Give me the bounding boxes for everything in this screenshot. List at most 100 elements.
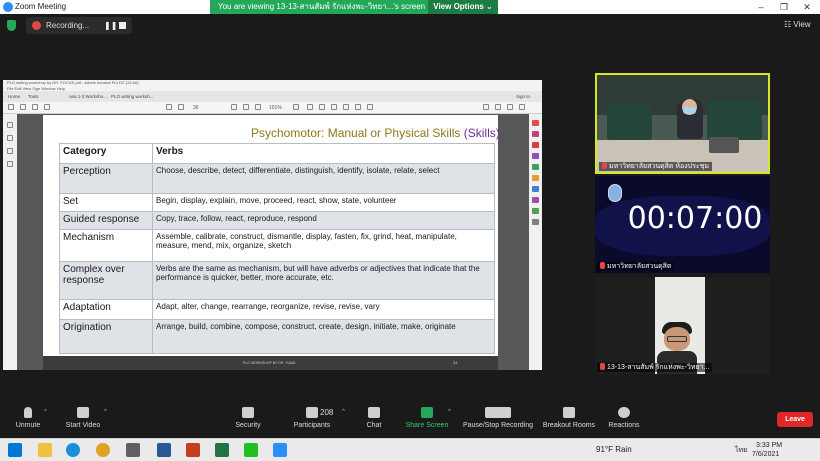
pause-recording-icon[interactable]: ❚❚ xyxy=(104,20,117,31)
breakout-rooms-label: Breakout Rooms xyxy=(542,422,596,429)
glasses xyxy=(667,336,687,342)
page-up-icon[interactable] xyxy=(166,104,172,110)
taskbar-date[interactable]: 7/6/2021 xyxy=(752,450,779,459)
participants-options-caret[interactable]: ^ xyxy=(342,409,345,415)
minimize-button[interactable]: – xyxy=(752,1,770,13)
fill-sign-icon[interactable] xyxy=(532,186,539,192)
verbs-cell: Copy, trace, follow, react, reproduce, r… xyxy=(152,211,495,230)
draw-icon[interactable] xyxy=(331,104,337,110)
hand-tool-icon[interactable] xyxy=(231,104,237,110)
verbs-cell: Arrange, build, combine, compose, constr… xyxy=(152,319,495,354)
input-language[interactable]: ไทย xyxy=(735,445,747,456)
start-video-button[interactable]: Start Video xyxy=(62,407,104,430)
security-button[interactable]: Security xyxy=(233,407,263,430)
tab-tools[interactable]: Tools xyxy=(28,94,39,99)
create-pdf-icon[interactable] xyxy=(532,142,539,148)
search-icon[interactable] xyxy=(44,104,50,110)
more-icon[interactable] xyxy=(519,104,525,110)
category-cell: Mechanism xyxy=(59,229,153,262)
chrome-browser-icon[interactable] xyxy=(96,443,110,457)
page-number-field[interactable]: 36 xyxy=(193,105,199,111)
stop-recording-icon[interactable] xyxy=(119,22,126,29)
chat-button[interactable]: Chat xyxy=(362,407,386,430)
slide-footer-text: PLO WORKSHOP BY DR. YUMA xyxy=(243,361,296,365)
taskbar-time[interactable]: 3:33 PM xyxy=(756,441,782,450)
edge-browser-icon[interactable] xyxy=(66,443,80,457)
table-row: Set Begin, display, explain, move, proce… xyxy=(59,193,495,212)
reactions-button[interactable]: Reactions xyxy=(606,407,642,430)
tab-home[interactable]: Home xyxy=(8,94,20,99)
participants-count: 208 xyxy=(320,408,334,417)
sign-in-link[interactable]: Sign In xyxy=(516,94,530,99)
fit-page-icon[interactable] xyxy=(293,104,299,110)
recording-cloud-icon xyxy=(32,21,41,30)
windows-start-icon[interactable] xyxy=(8,443,22,457)
window-title: Zoom Meeting xyxy=(15,2,67,11)
save-icon[interactable] xyxy=(8,104,14,110)
file-explorer-icon[interactable] xyxy=(38,443,52,457)
upload-icon[interactable] xyxy=(20,104,26,110)
text-icon[interactable] xyxy=(343,104,349,110)
bookmark-icon[interactable] xyxy=(7,135,13,141)
edit-pdf-icon[interactable] xyxy=(532,131,539,137)
app-icon[interactable] xyxy=(126,443,140,457)
comment-icon[interactable] xyxy=(307,104,313,110)
university-logo-icon xyxy=(608,184,622,202)
export-pdf-icon[interactable] xyxy=(532,120,539,126)
organize-pages-icon[interactable] xyxy=(532,164,539,170)
combine-files-icon[interactable] xyxy=(532,153,539,159)
breakout-rooms-button[interactable]: Breakout Rooms xyxy=(542,407,596,430)
share-icon[interactable] xyxy=(495,104,501,110)
close-button[interactable]: ✕ xyxy=(798,1,816,13)
slide-page-number: 34 xyxy=(453,360,458,365)
view-options-button[interactable]: View Options ⌄ xyxy=(428,0,498,14)
powerpoint-icon[interactable] xyxy=(186,443,200,457)
zoom-in-icon[interactable] xyxy=(255,104,261,110)
view-button[interactable]: ☷ View xyxy=(784,20,811,30)
more-tools-icon[interactable] xyxy=(532,219,539,225)
comment-panel-icon[interactable] xyxy=(483,104,489,110)
zoom-level-field[interactable]: 101% xyxy=(269,105,282,111)
tab-document-1[interactable]: nea 1-3 Worksho... xyxy=(69,94,107,99)
participant-name-tag: 13-13-สานสัมพ์ รักแห่งพะ-วิทยา... xyxy=(597,363,713,372)
acrobat-left-panel xyxy=(3,114,17,370)
video-tile-timer[interactable]: 00:07:00 มหาวิทยาลัยสวนดุสิต xyxy=(595,176,770,273)
verbs-cell: Adapt, alter, change, rearrange, reorgan… xyxy=(152,299,495,320)
chat-icon xyxy=(368,407,380,418)
audio-options-caret[interactable]: ^ xyxy=(44,409,47,415)
tab-document-2[interactable]: PLO writing worksh... xyxy=(111,94,154,99)
video-options-caret[interactable]: ^ xyxy=(104,409,107,415)
share-options-caret[interactable]: ^ xyxy=(448,409,451,415)
unmute-button[interactable]: Unmute xyxy=(12,407,44,430)
weather-widget[interactable]: 91°F Rain xyxy=(596,445,632,455)
zoom-taskbar-icon[interactable] xyxy=(273,443,287,457)
highlight-icon[interactable] xyxy=(319,104,325,110)
word-icon[interactable] xyxy=(157,443,171,457)
share-screen-button[interactable]: Share Screen xyxy=(405,407,449,430)
attachment-icon[interactable] xyxy=(7,148,13,154)
maximize-button[interactable]: ❐ xyxy=(775,1,793,13)
participant-name-tag: มหาวิทยาลัยสวนดุสิต ห้องประชุม xyxy=(599,162,712,171)
excel-icon[interactable] xyxy=(215,443,229,457)
edit-icon[interactable] xyxy=(507,104,513,110)
undo-icon[interactable] xyxy=(367,104,373,110)
layers-icon[interactable] xyxy=(7,161,13,167)
start-video-label: Start Video xyxy=(65,422,101,429)
pause-stop-recording-button[interactable]: Pause/Stop Recording xyxy=(462,407,534,430)
scan-ocr-icon[interactable] xyxy=(532,208,539,214)
pause-stop-recording-label: Pause/Stop Recording xyxy=(462,422,534,429)
protect-icon[interactable] xyxy=(532,197,539,203)
stamp-icon[interactable] xyxy=(355,104,361,110)
security-shield-icon[interactable] xyxy=(7,20,16,31)
video-tile-participant[interactable]: 13-13-สานสัมพ์ รักแห่งพะ-วิทยา... xyxy=(595,277,770,374)
page-down-icon[interactable] xyxy=(178,104,184,110)
video-tile-active-speaker[interactable]: มหาวิทยาลัยสวนดุสิต ห้องประชุม xyxy=(595,73,770,174)
zoom-out-icon[interactable] xyxy=(243,104,249,110)
comment-tool-icon[interactable] xyxy=(532,175,539,181)
print-icon[interactable] xyxy=(32,104,38,110)
line-icon[interactable] xyxy=(244,443,258,457)
recording-indicator: Recording... ❚❚ xyxy=(26,17,132,34)
column-header-verbs: Verbs xyxy=(152,143,495,164)
thumbnails-icon[interactable] xyxy=(7,122,13,128)
leave-button[interactable]: Leave xyxy=(777,412,813,427)
